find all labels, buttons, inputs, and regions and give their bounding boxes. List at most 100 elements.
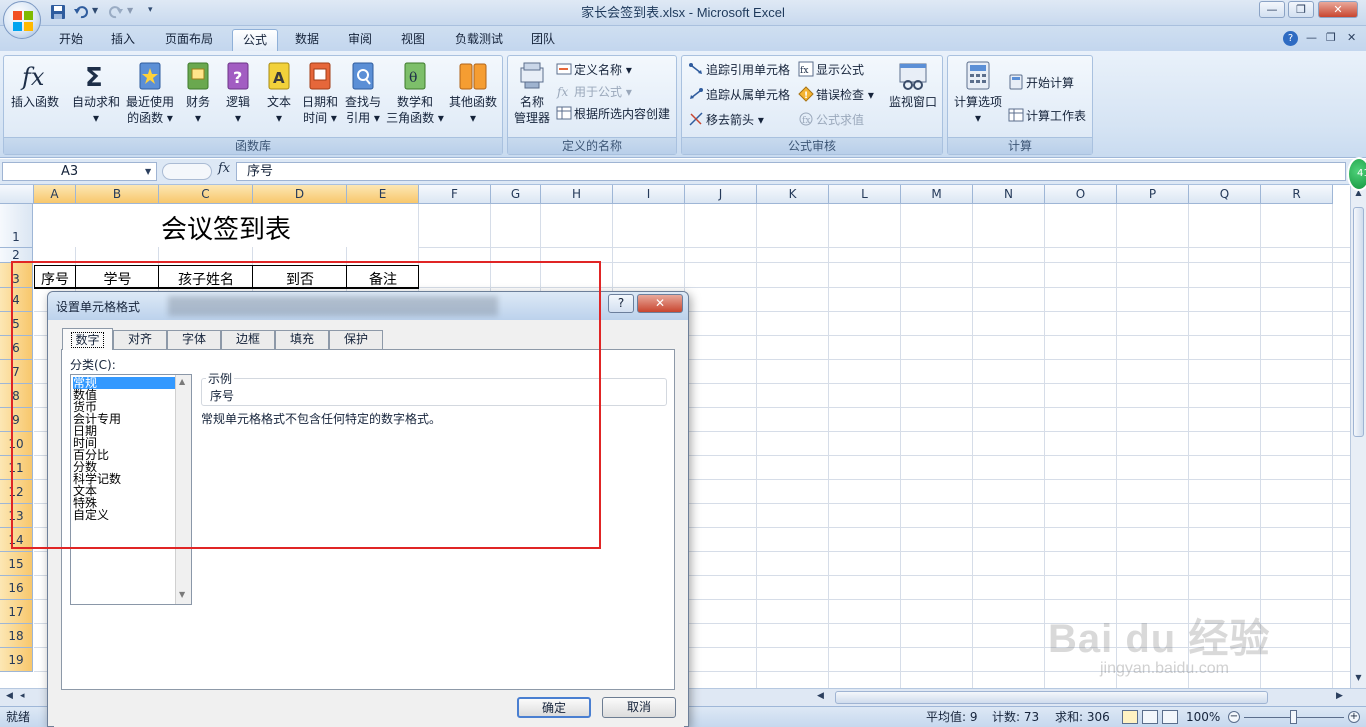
category-scroll-down-icon[interactable]: ▼: [179, 590, 185, 599]
ribbon-close-button[interactable]: ✕: [1347, 31, 1356, 44]
use-in-formula-button[interactable]: fx 用于公式 ▾: [556, 82, 632, 102]
date-time-button[interactable]: 日期和 时间 ▾: [300, 60, 340, 126]
undo-icon[interactable]: [73, 4, 89, 20]
column-header-q[interactable]: Q: [1189, 185, 1261, 204]
row-header-17[interactable]: 17: [0, 600, 33, 624]
math-trig-button[interactable]: θ 数学和 三角函数 ▾: [385, 60, 445, 126]
page-layout-view-icon[interactable]: [1142, 710, 1158, 724]
dialog-close-button[interactable]: ✕: [637, 294, 683, 313]
column-header-o[interactable]: O: [1045, 185, 1117, 204]
help-icon[interactable]: ?: [1283, 31, 1298, 46]
scroll-right-arrow-icon[interactable]: ▶: [1336, 691, 1343, 701]
save-icon[interactable]: [50, 4, 66, 20]
math-trig-label-2: 三角函数 ▾: [386, 111, 444, 125]
dialog-help-button[interactable]: ?: [608, 294, 634, 313]
tab-formulas[interactable]: 公式: [232, 29, 278, 51]
tab-home[interactable]: 开始: [50, 29, 92, 51]
trace-precedents-button[interactable]: 追踪引用单元格: [688, 60, 790, 80]
first-sheet-icon[interactable]: ◀: [6, 691, 13, 701]
calculate-now-button[interactable]: 开始计算: [1008, 73, 1074, 93]
column-header-d[interactable]: D: [253, 185, 347, 204]
zoom-out-icon[interactable]: −: [1228, 711, 1240, 723]
row-header-1[interactable]: 1: [0, 204, 33, 248]
text-button[interactable]: A 文本 ▾: [259, 60, 299, 126]
customize-qat-icon[interactable]: ▾: [148, 5, 153, 15]
redo-icon[interactable]: [108, 4, 124, 20]
show-formulas-button[interactable]: fx 显示公式: [798, 60, 864, 80]
column-header-k[interactable]: K: [757, 185, 829, 204]
column-header-f[interactable]: F: [419, 185, 491, 204]
calculate-sheet-button[interactable]: 计算工作表: [1008, 106, 1086, 126]
error-checking-button[interactable]: ! 错误检查 ▾: [798, 85, 874, 105]
scroll-left-arrow-icon[interactable]: ◀: [817, 691, 824, 701]
column-header-a[interactable]: A: [34, 185, 76, 204]
undo-dropdown-icon[interactable]: ▼: [92, 6, 98, 15]
calculation-options-button[interactable]: 计算选项 ▾: [950, 60, 1006, 126]
financial-button[interactable]: 财务 ▾: [178, 60, 218, 126]
insert-function-fx-button[interactable]: fx: [218, 161, 230, 176]
ribbon-restore-button[interactable]: ❐: [1326, 31, 1336, 44]
column-header-j[interactable]: J: [685, 185, 757, 204]
row-header-16[interactable]: 16: [0, 576, 33, 600]
horizontal-scroll-thumb[interactable]: [835, 691, 1268, 704]
remove-arrows-button[interactable]: 移去箭头 ▾: [688, 110, 764, 130]
office-button[interactable]: [3, 1, 41, 39]
define-name-button[interactable]: 定义名称 ▾: [556, 60, 632, 80]
zoom-in-icon[interactable]: +: [1348, 711, 1360, 723]
vertical-scrollbar[interactable]: ▲ ▼: [1350, 185, 1366, 688]
evaluate-formula-button[interactable]: fx 公式求值: [798, 110, 864, 130]
column-header-i[interactable]: I: [613, 185, 685, 204]
name-manager-button[interactable]: 名称 管理器: [510, 60, 554, 126]
column-header-b[interactable]: B: [76, 185, 159, 204]
scroll-down-arrow-icon[interactable]: ▼: [1353, 673, 1364, 685]
formula-input[interactable]: 序号: [236, 162, 1346, 181]
row-header-19[interactable]: 19: [0, 648, 33, 672]
column-header-c[interactable]: C: [159, 185, 253, 204]
restore-button[interactable]: ❐: [1288, 1, 1314, 18]
select-all-corner[interactable]: [0, 185, 34, 204]
column-header-h[interactable]: H: [541, 185, 613, 204]
ribbon-minimize-button[interactable]: —: [1306, 31, 1317, 44]
normal-view-icon[interactable]: [1122, 710, 1138, 724]
tab-page-layout[interactable]: 页面布局: [156, 29, 222, 51]
tab-team[interactable]: 团队: [521, 29, 565, 51]
minimize-button[interactable]: —: [1259, 1, 1285, 18]
calculate-now-icon: [1008, 74, 1024, 90]
row-header-18[interactable]: 18: [0, 624, 33, 648]
create-from-selection-button[interactable]: 根据所选内容创建: [556, 104, 670, 124]
name-box-dropdown-icon[interactable]: ▼: [145, 167, 151, 176]
tab-insert[interactable]: 插入: [101, 29, 145, 51]
prev-sheet-icon[interactable]: ◂: [20, 691, 25, 701]
cancel-button[interactable]: 取消: [602, 697, 676, 718]
tab-data[interactable]: 数据: [285, 29, 329, 51]
vertical-scroll-thumb[interactable]: [1353, 207, 1364, 437]
row-header-15[interactable]: 15: [0, 552, 33, 576]
lookup-reference-button[interactable]: 查找与 引用 ▾: [341, 60, 385, 126]
column-header-e[interactable]: E: [347, 185, 419, 204]
merged-title-cell[interactable]: 会议签到表: [34, 204, 418, 247]
tab-view[interactable]: 视图: [391, 29, 435, 51]
column-header-n[interactable]: N: [973, 185, 1045, 204]
name-box[interactable]: A3: [2, 162, 157, 181]
zoom-slider-thumb[interactable]: [1290, 710, 1297, 724]
trace-dependents-button[interactable]: 追踪从属单元格: [688, 85, 790, 105]
column-header-g[interactable]: G: [491, 185, 541, 204]
zoom-level[interactable]: 100%: [1186, 707, 1220, 727]
column-header-r[interactable]: R: [1261, 185, 1333, 204]
close-button[interactable]: ✕: [1318, 1, 1358, 18]
tab-load-test[interactable]: 负载测试: [446, 29, 512, 51]
more-functions-button[interactable]: 其他函数 ▾: [445, 60, 501, 126]
logical-button[interactable]: ? 逻辑 ▾: [218, 60, 258, 126]
column-header-m[interactable]: M: [901, 185, 973, 204]
watch-window-button[interactable]: 监视窗口: [885, 60, 941, 110]
tab-review[interactable]: 审阅: [338, 29, 382, 51]
page-break-view-icon[interactable]: [1162, 710, 1178, 724]
insert-function-button[interactable]: fx 插入函数: [6, 60, 64, 110]
redo-dropdown-icon[interactable]: ▼: [127, 6, 133, 15]
column-header-p[interactable]: P: [1117, 185, 1189, 204]
autosum-button[interactable]: Σ 自动求和 ▾: [68, 60, 124, 126]
ok-button[interactable]: 确定: [517, 697, 591, 718]
column-header-l[interactable]: L: [829, 185, 901, 204]
notification-badge[interactable]: 41: [1347, 157, 1366, 191]
recently-used-button[interactable]: 最近使用 的函数 ▾: [122, 60, 178, 126]
